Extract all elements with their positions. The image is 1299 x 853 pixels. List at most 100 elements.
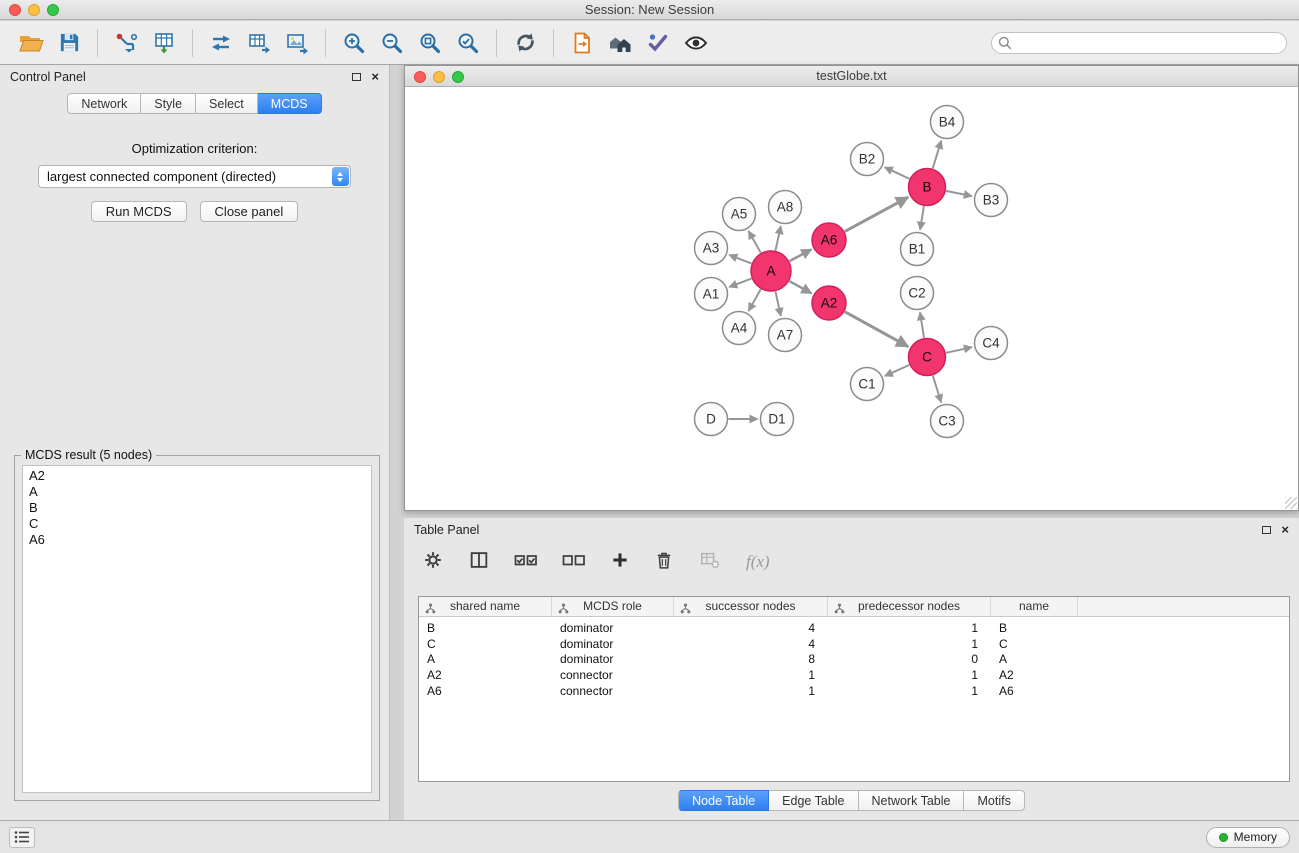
result-item[interactable]: A2 (29, 468, 365, 484)
edge-A-A8[interactable] (775, 226, 780, 250)
edge-A-A4[interactable] (749, 289, 761, 311)
search-input[interactable] (991, 32, 1287, 54)
network-canvas[interactable]: B4B2BB3A5A8A6A3B1AA1C2A2A4A7C4CC1C3DD1 (405, 88, 1298, 510)
edge-B-B4[interactable] (933, 141, 942, 169)
memory-button[interactable]: Memory (1206, 827, 1290, 848)
result-item[interactable]: A6 (29, 532, 365, 548)
result-item[interactable]: C (29, 516, 365, 532)
edge-B-B3[interactable] (946, 191, 972, 196)
node-A6[interactable]: A6 (812, 223, 846, 257)
table-options-button[interactable] (422, 549, 444, 576)
validate-style-button[interactable] (642, 27, 674, 59)
column-header-name[interactable]: name (991, 597, 1078, 616)
node-A2[interactable]: A2 (812, 286, 846, 320)
edge-A-A6[interactable] (790, 249, 812, 261)
tab-edge-table[interactable]: Edge Table (769, 790, 858, 811)
run-mcds-button[interactable]: Run MCDS (91, 201, 187, 222)
float-table-panel-icon[interactable] (1262, 526, 1271, 534)
node-C[interactable]: C (909, 339, 946, 376)
edge-A-A7[interactable] (775, 292, 780, 316)
close-panel-icon[interactable]: × (371, 72, 379, 82)
edge-A2-C[interactable] (845, 312, 908, 347)
edge-A-A2[interactable] (789, 281, 811, 293)
node-A8[interactable]: A8 (769, 191, 802, 224)
edge-C-C1[interactable] (885, 365, 909, 376)
node-A3[interactable]: A3 (695, 232, 728, 265)
edge-A-A1[interactable] (729, 279, 751, 288)
delete-row-button[interactable] (654, 549, 674, 576)
close-window-button[interactable] (9, 4, 21, 16)
table-row[interactable]: Adominator80A (419, 651, 1289, 667)
column-header-mcds-role[interactable]: MCDS role (552, 597, 674, 616)
column-header-successor-nodes[interactable]: successor nodes (674, 597, 828, 616)
export-image-button[interactable] (281, 27, 313, 59)
resize-grip[interactable] (1285, 497, 1297, 509)
node-A7[interactable]: A7 (769, 319, 802, 352)
task-history-button[interactable] (9, 827, 35, 848)
node-B3[interactable]: B3 (975, 184, 1008, 217)
node-C2[interactable]: C2 (901, 277, 934, 310)
tab-network-table[interactable]: Network Table (859, 790, 965, 811)
maximize-window-button[interactable] (47, 4, 59, 16)
column-header-shared-name[interactable]: shared name (419, 597, 552, 616)
node-C4[interactable]: C4 (975, 327, 1008, 360)
edge-A-A3[interactable] (729, 255, 751, 264)
minimize-window-button[interactable] (28, 4, 40, 16)
network-maximize-button[interactable] (452, 71, 464, 83)
node-D1[interactable]: D1 (761, 403, 794, 436)
network-close-button[interactable] (414, 71, 426, 83)
node-C3[interactable]: C3 (931, 405, 964, 438)
close-table-panel-icon[interactable]: × (1281, 525, 1289, 535)
open-file-button[interactable] (15, 27, 47, 59)
show-columns-button[interactable] (468, 549, 490, 576)
add-row-button[interactable] (610, 550, 630, 575)
node-A4[interactable]: A4 (723, 312, 756, 345)
import-network-button[interactable] (205, 27, 237, 59)
edge-C-C4[interactable] (946, 347, 972, 353)
apply-layout-button[interactable] (509, 27, 541, 59)
criterion-dropdown[interactable]: largest connected component (directed) (38, 165, 351, 188)
zoom-selected-button[interactable] (452, 27, 484, 59)
table-row[interactable]: A2connector11A2 (419, 667, 1289, 683)
result-item[interactable]: A (29, 484, 365, 500)
import-table-from-file-button[interactable] (148, 27, 180, 59)
result-item[interactable]: B (29, 500, 365, 516)
function-builder-button[interactable]: f(x) (746, 552, 770, 572)
zoom-fit-button[interactable] (414, 27, 446, 59)
float-panel-icon[interactable] (352, 73, 361, 81)
table-row[interactable]: A6connector11A6 (419, 683, 1289, 699)
edge-A-A5[interactable] (749, 231, 761, 253)
import-network-from-file-button[interactable] (110, 27, 142, 59)
node-B2[interactable]: B2 (851, 143, 884, 176)
zoom-out-button[interactable] (376, 27, 408, 59)
tab-node-table[interactable]: Node Table (678, 790, 769, 811)
tab-motifs[interactable]: Motifs (964, 790, 1024, 811)
network-minimize-button[interactable] (433, 71, 445, 83)
node-B1[interactable]: B1 (901, 233, 934, 266)
node-B4[interactable]: B4 (931, 106, 964, 139)
tab-mcds[interactable]: MCDS (258, 93, 322, 114)
network-window-titlebar[interactable]: testGlobe.txt (405, 66, 1298, 87)
mcds-result-list[interactable]: A2ABCA6 (22, 465, 372, 793)
node-B[interactable]: B (909, 169, 946, 206)
save-session-button[interactable] (53, 27, 85, 59)
network-svg[interactable]: B4B2BB3A5A8A6A3B1AA1C2A2A4A7C4CC1C3DD1 (405, 88, 1298, 510)
import-table-button[interactable] (243, 27, 275, 59)
tab-select[interactable]: Select (196, 93, 258, 114)
unselect-all-button[interactable] (562, 551, 586, 574)
edge-B-B1[interactable] (920, 206, 924, 229)
node-A1[interactable]: A1 (695, 278, 728, 311)
table-row[interactable]: Bdominator41B (419, 620, 1289, 636)
edge-C-C2[interactable] (920, 312, 924, 337)
open-document-button[interactable] (566, 27, 598, 59)
first-neighbors-button[interactable] (604, 27, 636, 59)
close-panel-button[interactable]: Close panel (200, 201, 299, 222)
zoom-in-button[interactable] (338, 27, 370, 59)
edge-B-B2[interactable] (885, 167, 910, 179)
delete-table-button[interactable] (698, 549, 722, 576)
node-D[interactable]: D (695, 403, 728, 436)
node-A[interactable]: A (751, 251, 791, 291)
column-header-predecessor-nodes[interactable]: predecessor nodes (828, 597, 991, 616)
edge-C-C3[interactable] (933, 376, 941, 403)
node-A5[interactable]: A5 (723, 198, 756, 231)
